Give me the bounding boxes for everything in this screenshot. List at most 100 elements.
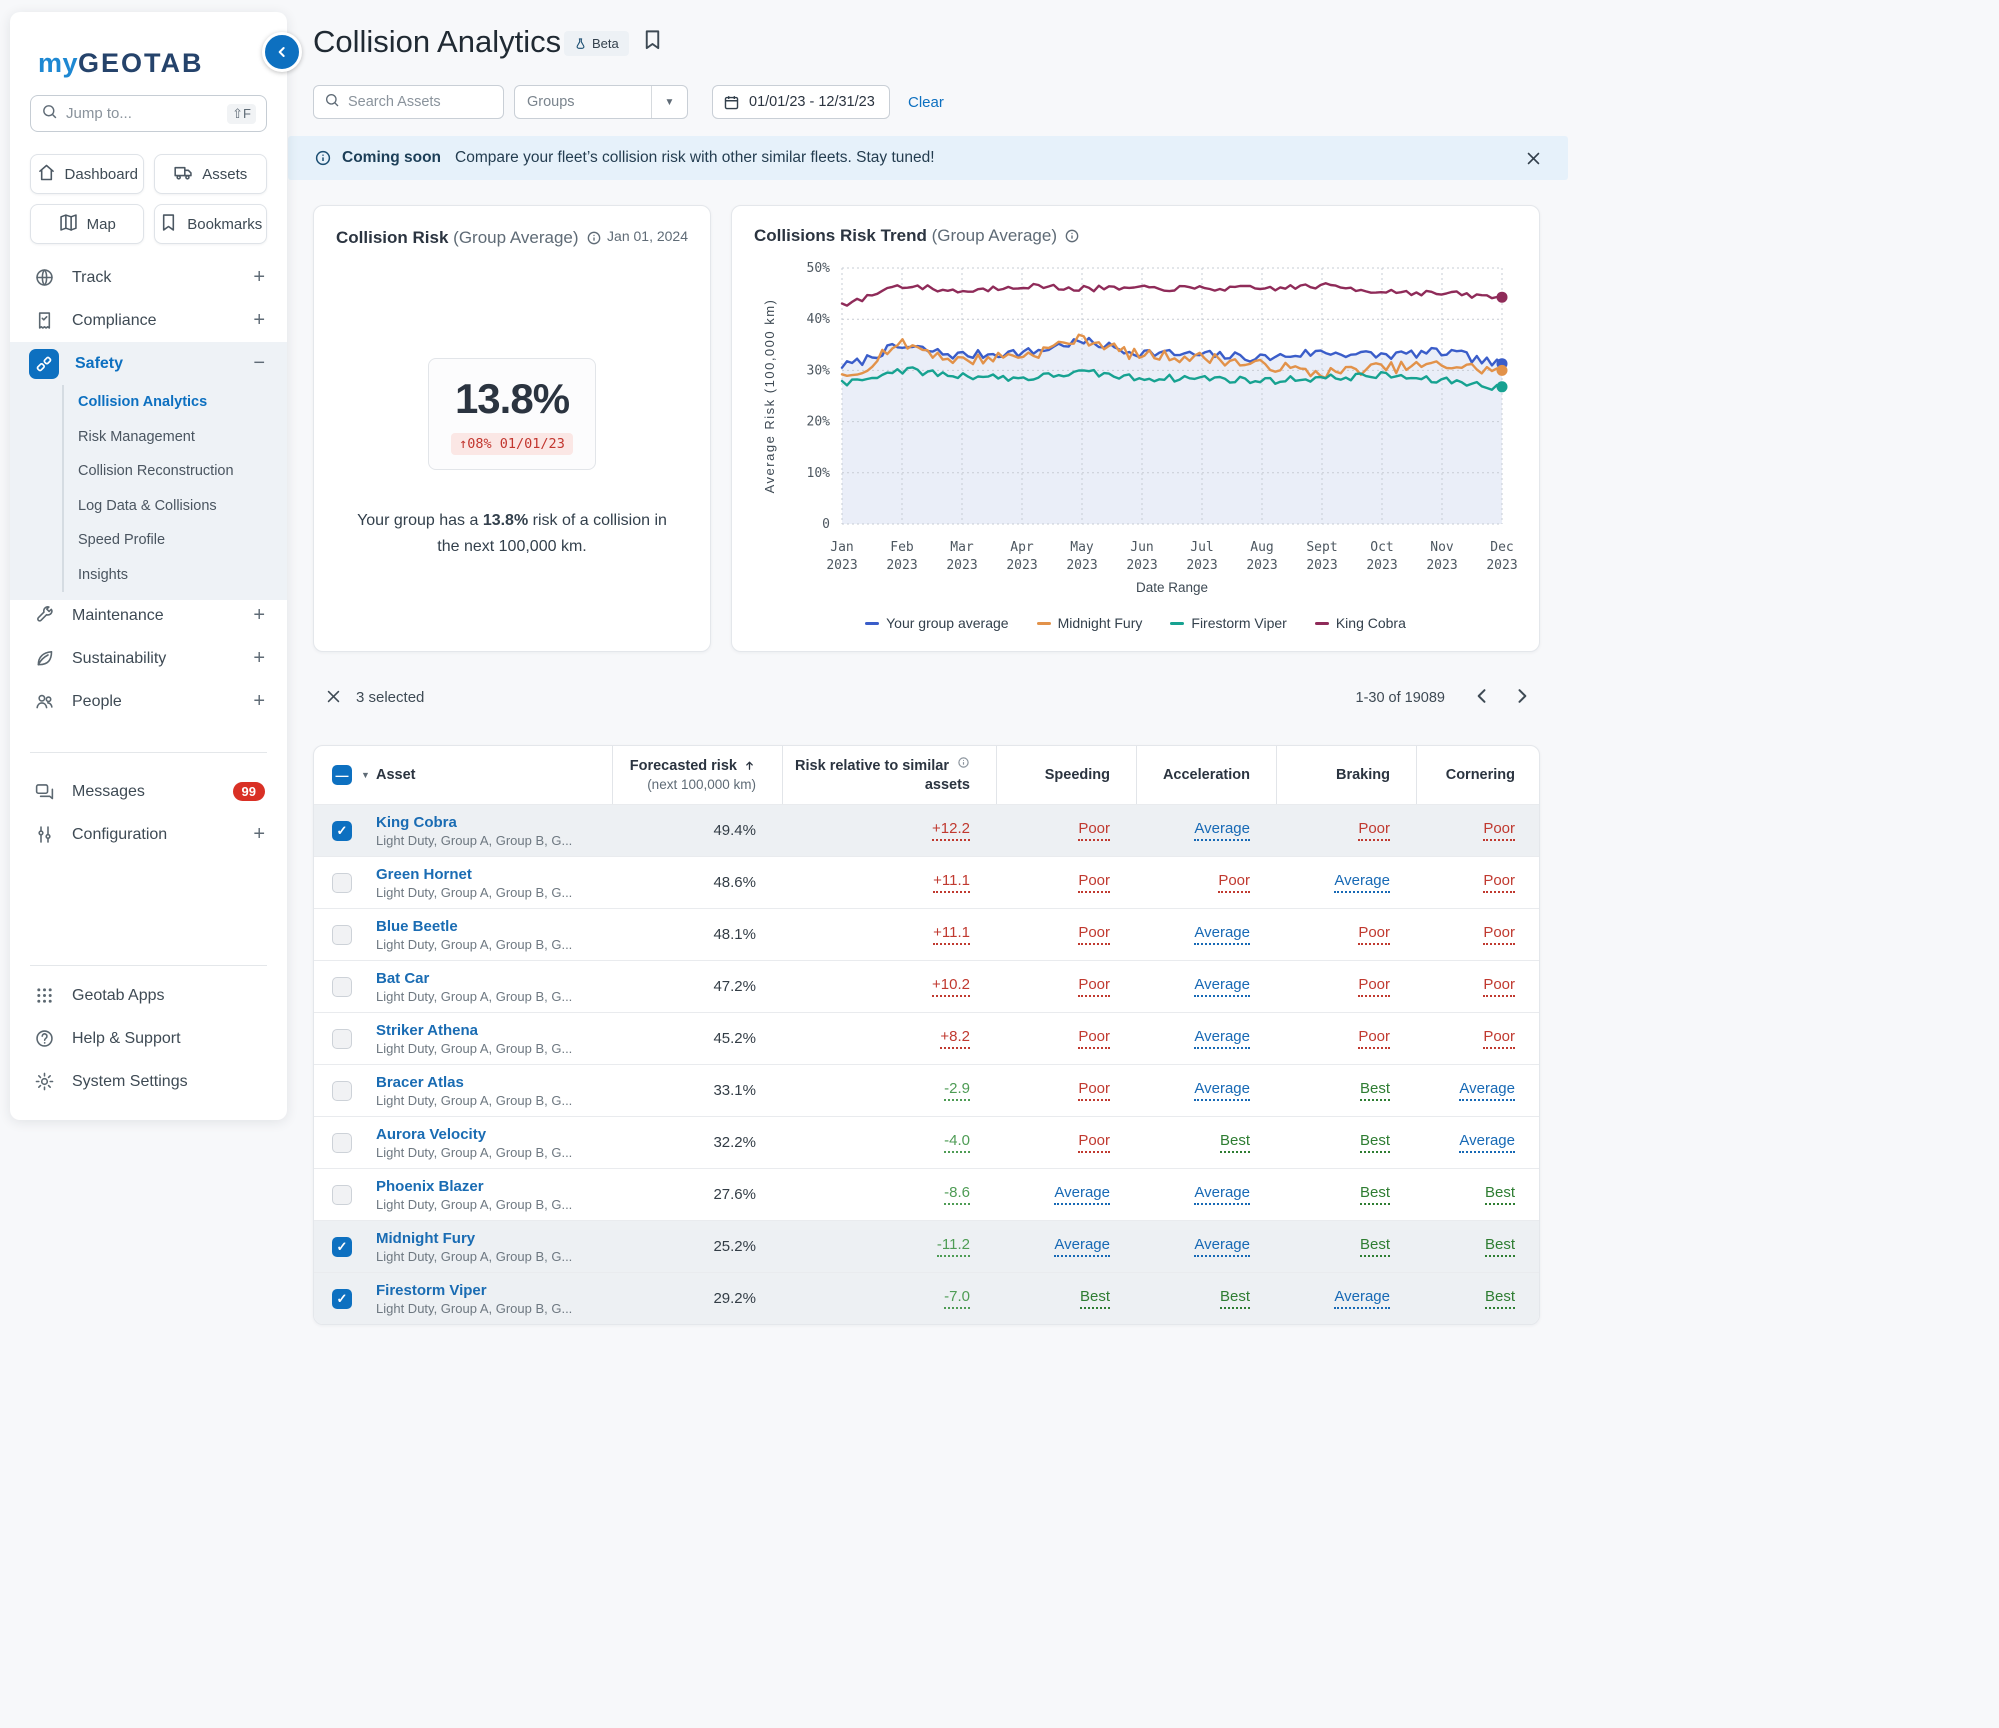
acceleration-rating[interactable]: Best [1220,1132,1250,1153]
relative-risk-value[interactable]: -11.2 [937,1236,970,1257]
relative-risk-value[interactable]: -8.6 [944,1184,970,1205]
cornering-rating[interactable]: Poor [1483,820,1515,841]
legend-item-king-cobra[interactable]: King Cobra [1315,615,1406,631]
relative-risk-value[interactable]: +10.2 [932,976,970,997]
quick-button-assets[interactable]: Assets [154,154,268,194]
table-row[interactable]: Blue Beetle Light Duty, Group A, Group B… [314,908,1539,960]
relative-risk-value[interactable]: +11.1 [933,872,970,893]
acceleration-rating[interactable]: Best [1220,1288,1250,1309]
speeding-rating[interactable]: Best [1080,1288,1110,1309]
relative-risk-value[interactable]: -2.9 [944,1080,970,1101]
asset-name-link[interactable]: King Cobra [376,814,602,831]
braking-rating[interactable]: Best [1360,1132,1390,1153]
speeding-rating[interactable]: Poor [1078,872,1110,893]
relative-risk-value[interactable]: -7.0 [944,1288,970,1309]
asset-name-link[interactable]: Striker Athena [376,1022,602,1039]
legend-item-firestorm-viper[interactable]: Firestorm Viper [1170,615,1286,631]
plus-icon[interactable]: + [253,266,265,289]
asset-name-link[interactable]: Midnight Fury [376,1230,602,1247]
sidebar-item-safety[interactable]: Safety− [10,342,287,385]
sidebar-item-people[interactable]: People+ [10,680,287,723]
cornering-rating[interactable]: Best [1485,1184,1515,1205]
cornering-rating[interactable]: Average [1459,1132,1515,1153]
acceleration-rating[interactable]: Average [1194,976,1250,997]
row-checkbox[interactable] [332,925,352,945]
sidebar-item-compliance[interactable]: Compliance+ [10,299,287,342]
jump-to-search[interactable]: ⇧F [30,95,267,132]
acceleration-rating[interactable]: Average [1194,820,1250,841]
acceleration-rating[interactable]: Average [1194,1236,1250,1257]
speeding-rating[interactable]: Poor [1078,1132,1110,1153]
sidebar-subitem-insights[interactable]: Insights [78,558,287,593]
caret-down-icon[interactable]: ▼ [361,770,370,780]
legend-item-your-group-average[interactable]: Your group average [865,615,1008,631]
sidebar-subitem-risk-management[interactable]: Risk Management [78,420,287,455]
cornering-rating[interactable]: Best [1485,1236,1515,1257]
jump-to-input[interactable] [66,105,219,122]
braking-rating[interactable]: Poor [1358,1028,1390,1049]
braking-rating[interactable]: Poor [1358,976,1390,997]
sidebar-item-maintenance[interactable]: Maintenance+ [10,594,287,637]
braking-rating[interactable]: Average [1334,872,1390,893]
sidebar-item-configuration[interactable]: Configuration+ [10,813,287,856]
asset-name-link[interactable]: Aurora Velocity [376,1126,602,1143]
plus-icon[interactable]: + [253,604,265,627]
table-row[interactable]: Aurora Velocity Light Duty, Group A, Gro… [314,1116,1539,1168]
acceleration-rating[interactable]: Average [1194,924,1250,945]
row-checkbox[interactable]: ✓ [332,1237,352,1257]
asset-name-link[interactable]: Bracer Atlas [376,1074,602,1091]
speeding-rating[interactable]: Poor [1078,820,1110,841]
asset-name-link[interactable]: Blue Beetle [376,918,602,935]
braking-rating[interactable]: Best [1360,1080,1390,1101]
asset-name-link[interactable]: Phoenix Blazer [376,1178,602,1195]
sidebar-item-help-support[interactable]: Help & Support [10,1017,287,1060]
sidebar-item-track[interactable]: Track+ [10,256,287,299]
bookmark-page-icon[interactable] [641,28,664,56]
relative-risk-value[interactable]: +11.1 [933,924,970,945]
relative-risk-value[interactable]: -4.0 [944,1132,970,1153]
row-checkbox[interactable] [332,1081,352,1101]
cornering-rating[interactable]: Best [1485,1288,1515,1309]
table-row[interactable]: Green Hornet Light Duty, Group A, Group … [314,856,1539,908]
plus-icon[interactable]: + [253,823,265,846]
braking-rating[interactable]: Best [1360,1184,1390,1205]
sidebar-subitem-log-data-collisions[interactable]: Log Data & Collisions [78,489,287,524]
speeding-rating[interactable]: Poor [1078,1080,1110,1101]
info-icon[interactable] [586,230,602,246]
legend-item-midnight-fury[interactable]: Midnight Fury [1037,615,1143,631]
row-checkbox[interactable]: ✓ [332,821,352,841]
acceleration-rating[interactable]: Average [1194,1028,1250,1049]
row-checkbox[interactable] [332,1185,352,1205]
column-braking[interactable]: Braking [1276,746,1416,804]
row-checkbox[interactable] [332,977,352,997]
speeding-rating[interactable]: Poor [1078,1028,1110,1049]
sidebar-item-geotab-apps[interactable]: Geotab Apps [10,974,287,1017]
clear-selection-icon[interactable] [325,688,342,710]
caret-down-icon[interactable]: ▼ [651,86,687,118]
table-row[interactable]: Striker Athena Light Duty, Group A, Grou… [314,1012,1539,1064]
plus-icon[interactable]: + [253,690,265,713]
column-asset[interactable]: Asset [376,766,612,784]
speeding-rating[interactable]: Average [1054,1236,1110,1257]
cornering-rating[interactable]: Poor [1483,1028,1515,1049]
quick-button-bookmarks[interactable]: Bookmarks [154,204,268,244]
info-icon[interactable] [957,756,970,769]
braking-rating[interactable]: Average [1334,1288,1390,1309]
quick-button-map[interactable]: Map [30,204,144,244]
relative-risk-value[interactable]: +12.2 [932,820,970,841]
pagination-next-button[interactable] [1512,686,1532,711]
table-row[interactable]: Bat Car Light Duty, Group A, Group B, G.… [314,960,1539,1012]
table-row[interactable]: ✓ King Cobra Light Duty, Group A, Group … [314,804,1539,856]
table-row[interactable]: ✓ Firestorm Viper Light Duty, Group A, G… [314,1272,1539,1324]
sidebar-item-messages[interactable]: Messages99 [10,770,287,813]
date-range-picker[interactable]: 01/01/23 - 12/31/23 [712,85,890,119]
sidebar-subitem-collision-reconstruction[interactable]: Collision Reconstruction [78,454,287,489]
cornering-rating[interactable]: Average [1459,1080,1515,1101]
relative-risk-value[interactable]: +8.2 [940,1028,970,1049]
asset-name-link[interactable]: Bat Car [376,970,602,987]
speeding-rating[interactable]: Average [1054,1184,1110,1205]
column-acceleration[interactable]: Acceleration [1136,746,1276,804]
column-speeding[interactable]: Speeding [996,746,1136,804]
row-checkbox[interactable]: ✓ [332,1289,352,1309]
sidebar-subitem-collision-analytics[interactable]: Collision Analytics [78,385,287,420]
